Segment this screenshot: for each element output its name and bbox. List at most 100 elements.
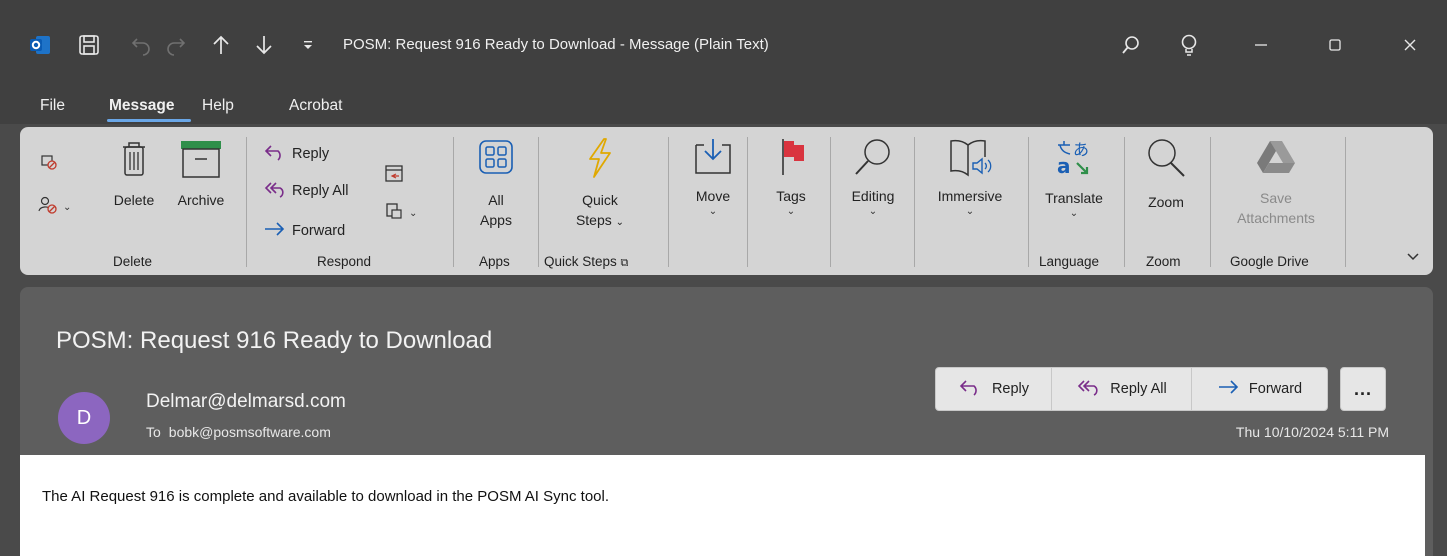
- all-apps-label-2: Apps: [480, 212, 512, 228]
- tags-label: Tags: [776, 188, 806, 204]
- recipient-line: To bobk@posmsoftware.com: [146, 424, 331, 440]
- search-icon[interactable]: [1116, 22, 1146, 68]
- message-actions: Reply Reply All Forward: [935, 367, 1328, 411]
- archive-label: Archive: [177, 192, 225, 208]
- google-drive-group-label: Google Drive: [1230, 254, 1309, 269]
- reply-button[interactable]: Reply: [936, 368, 1052, 410]
- respond-group-label: Respond: [317, 254, 372, 269]
- menu-file[interactable]: File: [40, 92, 65, 120]
- more-respond-button[interactable]: ⌄: [384, 201, 417, 225]
- separator: [1028, 137, 1029, 267]
- recipient-address[interactable]: bobk@posmsoftware.com: [169, 424, 331, 440]
- reply-all-button[interactable]: Reply All: [263, 180, 348, 202]
- reply-icon: [958, 378, 992, 400]
- trash-icon: [117, 139, 151, 182]
- reply-button[interactable]: Reply: [263, 143, 329, 165]
- minimize-icon[interactable]: [1246, 22, 1276, 68]
- chevron-down-icon: ⌄: [1069, 208, 1079, 219]
- maximize-icon[interactable]: [1320, 22, 1350, 68]
- translate-icon: あa: [1055, 139, 1093, 180]
- zoom-button[interactable]: Zoom: [1130, 137, 1202, 212]
- avatar[interactable]: D: [58, 392, 110, 444]
- meeting-reply-icon: [384, 163, 409, 187]
- immersive-label: Immersive: [937, 188, 1003, 204]
- meeting-reply-button[interactable]: [384, 163, 409, 187]
- zoom-group-label: Zoom: [1146, 254, 1181, 269]
- flag-icon: [774, 137, 808, 180]
- reply-label: Reply: [292, 146, 330, 162]
- save-attachments-button[interactable]: Save Attachments: [1218, 137, 1334, 228]
- archive-icon: [179, 139, 223, 182]
- separator: [914, 137, 915, 267]
- block-sender-button[interactable]: ⌄: [38, 195, 71, 219]
- immersive-reader-icon: [947, 137, 993, 180]
- close-icon[interactable]: [1395, 22, 1425, 68]
- menu-acrobat[interactable]: Acrobat: [289, 92, 342, 120]
- forward-button[interactable]: Forward: [263, 220, 345, 242]
- ignore-button[interactable]: [40, 153, 63, 175]
- separator: [830, 137, 831, 267]
- reply-all-button[interactable]: Reply All: [1052, 368, 1192, 410]
- separator: [1345, 137, 1346, 267]
- menu-bar: File Message Help Acrobat: [0, 88, 1447, 124]
- message-body-text: The AI Request 916 is complete and avail…: [42, 488, 610, 505]
- apps-group-label: Apps: [479, 254, 510, 269]
- move-icon: [692, 137, 734, 180]
- archive-button[interactable]: Archive: [167, 139, 235, 210]
- more-actions-button[interactable]: ...: [1340, 367, 1386, 411]
- menu-message[interactable]: Message: [109, 92, 174, 120]
- more-respond-icon: [384, 201, 409, 225]
- move-button[interactable]: Move ⌄: [680, 137, 746, 218]
- block-icon: [38, 195, 63, 219]
- reply-all-icon: [263, 180, 292, 202]
- separator: [1124, 137, 1125, 267]
- reply-all-label: Reply All: [1110, 381, 1167, 397]
- google-drive-icon: [1255, 137, 1297, 180]
- quick-steps-button[interactable]: Quick Steps ⌄: [555, 137, 645, 233]
- chevron-down-icon: ⌄: [409, 207, 418, 219]
- title-bar: POSM: Request 916 Ready to Download - Me…: [0, 0, 1447, 88]
- tags-button[interactable]: Tags ⌄: [763, 137, 819, 218]
- delete-button[interactable]: Delete: [104, 139, 164, 210]
- language-group-label: Language: [1039, 254, 1100, 269]
- dialog-launcher-icon[interactable]: ⧉: [621, 257, 629, 269]
- lightning-icon: [582, 137, 618, 182]
- forward-label: Forward: [292, 223, 346, 239]
- save-attachments-label-1: Save: [1260, 190, 1292, 206]
- ribbon: ⌄ Delete Archive Delete Reply Reply All …: [20, 127, 1433, 275]
- reply-label: Reply: [991, 381, 1030, 397]
- lightbulb-icon[interactable]: [1174, 22, 1204, 68]
- ribbon-collapse-chevron-icon[interactable]: [1402, 247, 1424, 267]
- quick-steps-group-label: Quick Steps ⧉: [544, 254, 629, 269]
- all-apps-button[interactable]: All Apps: [468, 139, 524, 230]
- chevron-down-icon: ⌄: [786, 206, 796, 217]
- svg-text:あ: あ: [1073, 140, 1089, 159]
- find-icon: [852, 137, 894, 180]
- reply-icon: [263, 143, 292, 165]
- separator: [747, 137, 748, 267]
- forward-arrow-icon: [1217, 378, 1249, 400]
- zoom-label: Zoom: [1148, 194, 1184, 210]
- chevron-down-icon: ⌄: [615, 217, 625, 228]
- immersive-reader-button[interactable]: Immersive ⌄: [922, 137, 1018, 218]
- reply-all-label: Reply All: [292, 183, 349, 199]
- delete-group-label: Delete: [113, 254, 153, 269]
- svg-text:a: a: [1057, 154, 1071, 177]
- message-date: Thu 10/10/2024 5:11 PM: [1235, 424, 1389, 440]
- sender-address[interactable]: Delmar@delmarsd.com: [146, 391, 346, 413]
- chevron-down-icon: ⌄: [868, 206, 878, 217]
- separator: [1210, 137, 1211, 267]
- editing-button[interactable]: Editing ⌄: [838, 137, 908, 218]
- message-subject: POSM: Request 916 Ready to Download: [56, 327, 493, 354]
- editing-label: Editing: [851, 188, 895, 204]
- chevron-down-icon: ⌄: [708, 206, 718, 217]
- chevron-down-icon: ⌄: [63, 201, 72, 213]
- menu-help[interactable]: Help: [202, 92, 234, 120]
- forward-button[interactable]: Forward: [1192, 368, 1327, 410]
- translate-button[interactable]: あa Translate ⌄: [1034, 139, 1114, 220]
- zoom-icon: [1144, 137, 1188, 182]
- message-body[interactable]: The AI Request 916 is complete and avail…: [20, 455, 1425, 556]
- active-tab-indicator: [107, 119, 191, 122]
- ignore-icon: [40, 153, 63, 175]
- to-label: To: [146, 424, 161, 440]
